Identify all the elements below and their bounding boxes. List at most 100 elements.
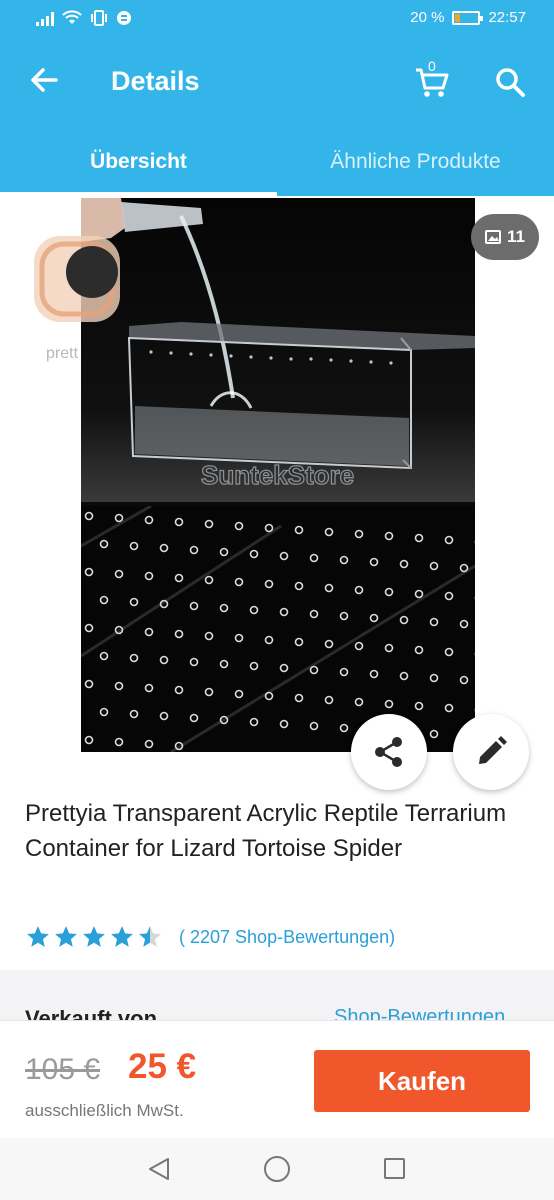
air-hole	[144, 683, 154, 693]
air-hole	[444, 703, 454, 713]
air-hole	[309, 721, 319, 731]
image-watermark: SuntekStore	[201, 460, 354, 490]
status-bar: 20 % 22:57	[0, 0, 554, 38]
air-hole	[384, 699, 394, 709]
air-hole	[324, 639, 334, 649]
air-hole	[414, 645, 424, 655]
air-hole	[114, 681, 124, 691]
air-hole	[414, 701, 424, 711]
air-hole	[279, 551, 289, 561]
air-hole	[144, 571, 154, 581]
search-button[interactable]	[492, 64, 528, 100]
air-hole	[174, 629, 184, 639]
air-hole	[174, 685, 184, 695]
image-count-badge[interactable]: 11	[471, 214, 539, 260]
air-hole	[264, 579, 274, 589]
sync-icon	[117, 11, 131, 25]
air-hole	[309, 609, 319, 619]
buy-bar: 105 € 25 € ausschließlich MwSt. Kaufen	[0, 1020, 554, 1138]
nav-recents-icon[interactable]	[384, 1158, 405, 1179]
air-hole	[369, 613, 379, 623]
share-button[interactable]	[351, 714, 427, 790]
battery-icon	[452, 10, 484, 25]
air-hole	[309, 665, 319, 675]
current-price: 25 €	[128, 1047, 197, 1086]
tax-note: ausschließlich MwSt.	[25, 1101, 184, 1120]
tab-overview[interactable]: Übersicht	[0, 128, 277, 196]
air-hole	[174, 573, 184, 583]
tab-similar-products-label: Ähnliche Produkte	[330, 150, 501, 173]
product-image[interactable]: SuntekStore	[81, 198, 475, 752]
air-hole	[324, 527, 334, 537]
air-hole	[114, 737, 124, 747]
air-hole	[339, 667, 349, 677]
air-hole	[339, 555, 349, 565]
active-tab-indicator	[0, 192, 277, 196]
air-hole	[459, 675, 469, 685]
air-hole	[204, 519, 214, 529]
air-hole	[249, 661, 259, 671]
air-hole	[234, 689, 244, 699]
battery-percent: 20 %	[410, 9, 445, 26]
app-bar: Details 0	[0, 38, 554, 128]
air-hole	[369, 669, 379, 679]
air-hole	[114, 569, 124, 579]
air-hole	[144, 627, 154, 637]
air-hole	[384, 531, 394, 541]
air-hole	[84, 511, 94, 521]
product-rating[interactable]: ( 2207 Shop-Bewertungen)	[25, 924, 395, 950]
air-hole	[234, 577, 244, 587]
air-hole	[354, 529, 364, 539]
buy-button[interactable]: Kaufen	[314, 1050, 530, 1112]
clock: 22:57	[488, 9, 526, 26]
air-hole	[384, 587, 394, 597]
tab-overview-label: Übersicht	[90, 150, 187, 173]
back-button[interactable]	[26, 62, 62, 98]
rating-count-link[interactable]: ( 2207 Shop-Bewertungen)	[179, 927, 395, 948]
air-hole	[204, 631, 214, 641]
terrarium-illustration: SuntekStore	[81, 198, 475, 491]
cart-button[interactable]: 0	[412, 58, 452, 100]
air-hole	[369, 557, 379, 567]
page-title: Details	[111, 66, 200, 96]
air-hole	[84, 735, 94, 745]
air-hole	[219, 659, 229, 669]
air-hole	[324, 695, 334, 705]
air-hole	[129, 597, 139, 607]
nav-back-icon[interactable]	[146, 1156, 172, 1182]
air-hole	[279, 663, 289, 673]
air-hole	[129, 653, 139, 663]
star-icon	[139, 926, 161, 947]
air-hole	[249, 717, 259, 727]
nav-home-icon[interactable]	[264, 1156, 290, 1182]
air-hole	[84, 679, 94, 689]
tab-similar-products[interactable]: Ähnliche Produkte	[277, 128, 554, 196]
share-icon	[375, 737, 402, 767]
vibrate-icon	[91, 10, 107, 26]
air-hole	[279, 719, 289, 729]
image-icon	[485, 230, 501, 244]
air-hole	[129, 541, 139, 551]
status-icons-right: 20 % 22:57	[410, 9, 526, 26]
edit-button[interactable]	[453, 714, 529, 790]
tab-bar: Übersicht Ähnliche Produkte	[0, 128, 554, 196]
wifi-icon	[62, 10, 82, 24]
air-hole	[219, 603, 229, 613]
air-hole	[429, 673, 439, 683]
brand-logo	[30, 230, 126, 330]
old-price: 105 €	[25, 1053, 101, 1086]
air-hole	[324, 583, 334, 593]
air-hole	[219, 547, 229, 557]
air-hole	[264, 523, 274, 533]
pencil-icon	[479, 736, 507, 764]
air-hole	[234, 633, 244, 643]
product-photo-top: SuntekStore	[81, 198, 475, 502]
air-hole	[444, 535, 454, 545]
air-hole	[429, 561, 439, 571]
air-hole	[309, 553, 319, 563]
rating-stars	[25, 924, 163, 950]
air-hole	[354, 697, 364, 707]
air-hole	[234, 521, 244, 531]
system-navigation-bar	[0, 1138, 554, 1200]
air-hole	[414, 589, 424, 599]
